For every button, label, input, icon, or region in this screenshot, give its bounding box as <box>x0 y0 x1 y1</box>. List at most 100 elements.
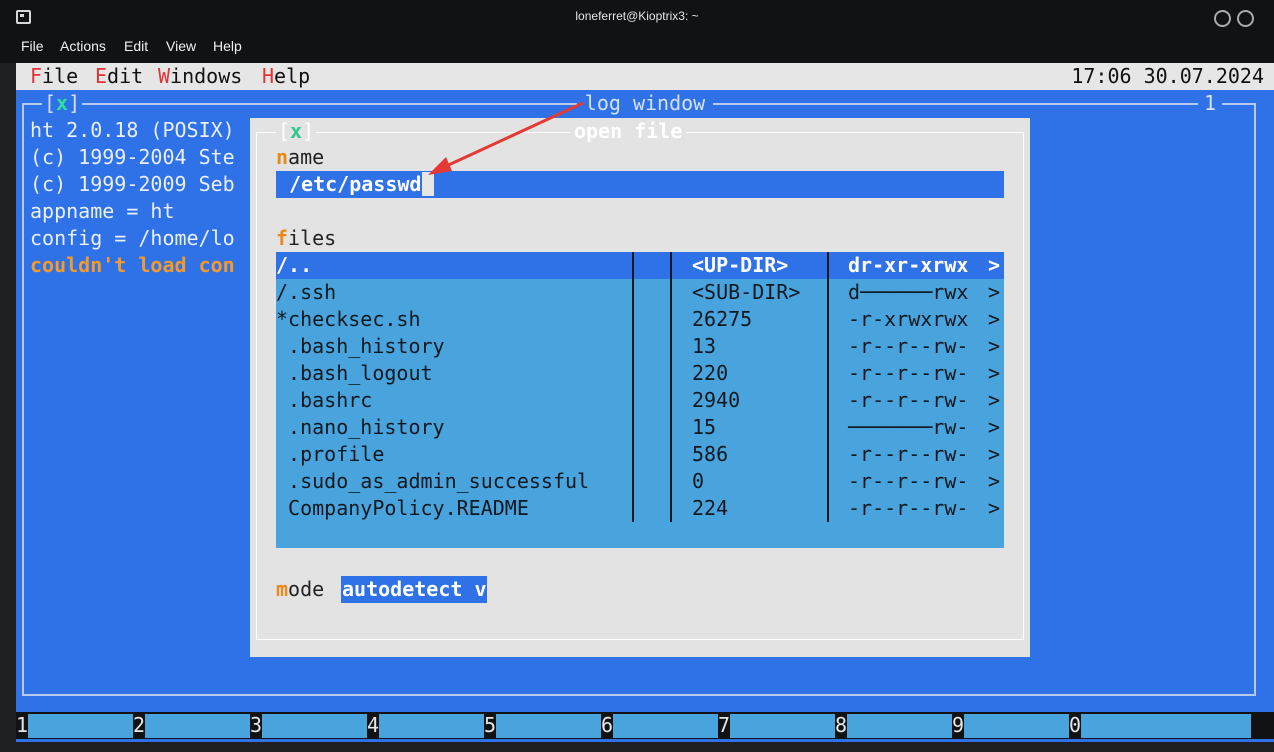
function-key-8[interactable]: 8 <box>835 712 952 739</box>
function-key-3[interactable]: 3 <box>250 712 367 739</box>
file-size: 220 <box>692 361 729 385</box>
filename-input[interactable]: /etc/passwd <box>276 171 1004 198</box>
ht-menu-edit[interactable]: Edit <box>95 63 143 90</box>
function-key-number: 4 <box>367 713 380 737</box>
function-key-number: 0 <box>1069 713 1082 737</box>
function-key-label <box>28 714 133 738</box>
file-permissions: dr-xr-xrwx <box>848 253 969 277</box>
function-key-4[interactable]: 4 <box>367 712 484 739</box>
log-close-button[interactable]: [x] <box>42 91 83 115</box>
file-row[interactable]: /.ssh <SUB-DIR> d──────rwx > <box>276 279 1004 306</box>
file-name: /.ssh <box>276 280 337 304</box>
function-key-number: 5 <box>484 713 497 737</box>
function-key-1[interactable]: 1 <box>16 712 133 739</box>
file-size: <SUB-DIR> <box>692 280 801 304</box>
file-row[interactable]: *checksec.sh 26275 -r-xrwxrwx > <box>276 306 1004 333</box>
file-name: .bash_history <box>276 334 445 358</box>
file-list[interactable]: CompanyPolicy.README 224 -r--r--rw- > .sudo… <box>276 252 1004 548</box>
file-name: .bash_logout <box>276 361 433 385</box>
function-key-number: 6 <box>601 713 614 737</box>
function-key-2[interactable]: 2 <box>133 712 250 739</box>
file-more-indicator: > <box>988 469 1001 493</box>
function-key-5[interactable]: 5 <box>484 712 601 739</box>
file-name: CompanyPolicy.README <box>276 496 529 520</box>
ht-menu-windows[interactable]: Windows <box>158 63 242 90</box>
file-row[interactable]: .sudo_as_admin_successful 0 -r--r--rw- > <box>276 468 1004 495</box>
function-key-number: 2 <box>133 713 146 737</box>
minimize-button[interactable] <box>1214 10 1231 27</box>
column-separator <box>670 252 672 522</box>
ht-menubar: File Edit Windows Help 17:06 30.07.2024 <box>16 63 1274 90</box>
file-row[interactable]: .bash_logout 220 -r--r--rw- > <box>276 360 1004 387</box>
function-key-label <box>379 714 484 738</box>
menu-edit[interactable]: Edit <box>124 38 148 54</box>
file-more-indicator: > <box>988 415 1001 439</box>
file-size: 224 <box>692 496 729 520</box>
mode-dropdown[interactable]: autodetect v <box>341 576 487 603</box>
function-key-label <box>496 714 601 738</box>
file-more-indicator: > <box>988 388 1001 412</box>
function-key-9[interactable]: 9 <box>952 712 1069 739</box>
column-separator <box>632 252 634 522</box>
ht-editor: File Edit Windows Help 17:06 30.07.2024 … <box>16 63 1274 742</box>
file-permissions: -r-xrwxrwx <box>848 307 969 331</box>
file-name: .bashrc <box>276 388 373 412</box>
function-key-0[interactable]: 0 <box>1069 712 1251 739</box>
log-line: (c) 1999-2009 Seb <box>30 172 235 196</box>
file-name: *checksec.sh <box>276 307 421 331</box>
name-label: name <box>276 145 325 169</box>
file-permissions: -r--r--rw- <box>848 334 969 358</box>
log-warning-line: couldn't load con <box>30 253 235 277</box>
file-size: 13 <box>692 334 717 358</box>
file-name: .sudo_as_admin_successful <box>276 469 590 493</box>
function-key-6[interactable]: 6 <box>601 712 718 739</box>
log-line: appname = ht <box>30 199 175 223</box>
column-separator <box>827 252 829 522</box>
file-permissions: d──────rwx <box>848 280 969 304</box>
terminal-menubar: File Actions Edit View Help <box>0 35 1274 63</box>
file-permissions: -r--r--rw- <box>848 442 969 466</box>
menu-actions[interactable]: Actions <box>60 38 106 54</box>
file-row[interactable]: CompanyPolicy.README 224 -r--r--rw- > <box>276 495 1004 522</box>
file-more-indicator: > <box>988 253 1001 277</box>
dialog-title: open file <box>570 118 687 145</box>
function-key-number: 1 <box>16 713 29 737</box>
file-row[interactable]: /.. <UP-DIR> dr-xr-xrwx > <box>276 252 1004 279</box>
ht-menu-file[interactable]: File <box>30 63 78 90</box>
function-key-label <box>613 714 718 738</box>
file-permissions: -r--r--rw- <box>848 469 969 493</box>
maximize-button[interactable] <box>1237 10 1254 27</box>
mode-label: mode <box>276 577 325 601</box>
log-frame-left <box>22 103 24 695</box>
file-row[interactable]: .nano_history 15 ───────rw- > <box>276 414 1004 441</box>
window-title: loneferret@Kioptrix3: ~ <box>575 9 699 23</box>
files-label: files <box>276 226 337 250</box>
file-row[interactable]: .bashrc 2940 -r--r--rw- > <box>276 387 1004 414</box>
menu-file[interactable]: File <box>21 38 44 54</box>
function-key-number: 7 <box>718 713 731 737</box>
dialog-close-button[interactable]: [x] <box>276 118 317 145</box>
log-line: ht 2.0.18 (POSIX) <box>30 118 235 142</box>
file-permissions: ───────rw- <box>848 415 969 439</box>
file-more-indicator: > <box>988 334 1001 358</box>
file-more-indicator: > <box>988 361 1001 385</box>
file-more-indicator: > <box>988 496 1001 520</box>
menu-view[interactable]: View <box>166 38 196 54</box>
file-more-indicator: > <box>988 280 1001 304</box>
log-line: config = /home/lo <box>30 226 235 250</box>
menu-help[interactable]: Help <box>213 38 242 54</box>
file-row[interactable]: .bash_history 13 -r--r--rw- > <box>276 333 1004 360</box>
file-permissions: -r--r--rw- <box>848 496 969 520</box>
file-name: /.. <box>276 253 313 277</box>
ht-menu-help[interactable]: Help <box>262 63 310 90</box>
function-key-number: 8 <box>835 713 848 737</box>
ht-clock: 17:06 30.07.2024 <box>1071 64 1264 88</box>
function-key-7[interactable]: 7 <box>718 712 835 739</box>
file-size: 26275 <box>692 307 753 331</box>
file-more-indicator: > <box>988 442 1001 466</box>
log-frame-bottom <box>22 694 1256 696</box>
function-key-label <box>145 714 250 738</box>
file-size: 2940 <box>692 388 741 412</box>
file-name: .profile <box>276 442 385 466</box>
file-row[interactable]: .profile 586 -r--r--rw- > <box>276 441 1004 468</box>
